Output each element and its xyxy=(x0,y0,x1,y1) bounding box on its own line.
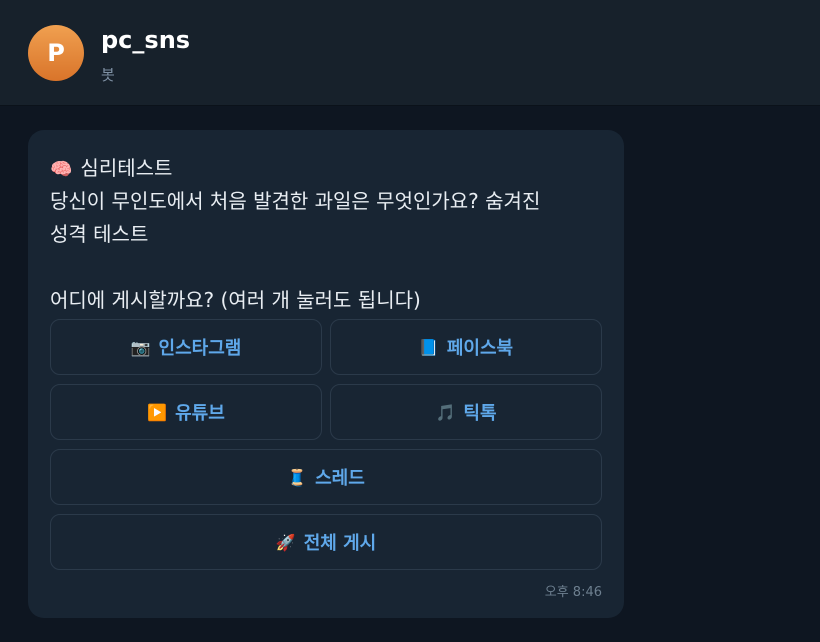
message-heading: 심리테스트 xyxy=(80,156,173,180)
message-timestamp: 오후 8:46 xyxy=(544,585,602,600)
blue-book-icon: 📘 xyxy=(418,337,439,357)
avatar[interactable]: P xyxy=(28,25,84,81)
instagram-button-label: 인스타그램 xyxy=(158,338,242,359)
tiktok-button-label: 틱톡 xyxy=(463,403,497,424)
facebook-button-label: 페이스북 xyxy=(446,338,514,359)
message-text: 🧠 심리테스트 당신이 무인도에서 처음 발견한 과일은 무엇인가요? 숨겨진 성… xyxy=(50,152,610,317)
message-line-5: 어디에 게시할까요? (여러 개 눌러도 됩니다) xyxy=(50,288,421,312)
message-bubble: 🧠 심리테스트 당신이 무인도에서 처음 발견한 과일은 무엇인가요? 숨겨진 성… xyxy=(28,130,624,618)
play-icon: ▶️ xyxy=(147,402,168,422)
brain-icon: 🧠 xyxy=(50,159,73,180)
music-note-icon: 🎵 xyxy=(435,402,456,422)
chat-subtitle: 봇 xyxy=(101,66,115,84)
thread-spool-icon: 🧵 xyxy=(287,467,308,487)
post-all-button[interactable]: 🚀 전체 게시 xyxy=(50,514,602,570)
chat-header: P pc_sns 봇 xyxy=(0,0,820,106)
tiktok-button[interactable]: 🎵 틱톡 xyxy=(330,384,602,440)
message-line-1: 🧠 심리테스트 xyxy=(50,152,610,185)
facebook-button[interactable]: 📘 페이스북 xyxy=(330,319,602,375)
chat-title[interactable]: pc_sns xyxy=(101,26,190,54)
camera-icon: 📷 xyxy=(130,337,151,357)
threads-button-label: 스레드 xyxy=(315,468,365,489)
avatar-letter: P xyxy=(47,39,65,67)
message-line-3: 성격 테스트 xyxy=(50,222,149,246)
youtube-button-label: 유튜브 xyxy=(175,403,225,424)
instagram-button[interactable]: 📷 인스타그램 xyxy=(50,319,322,375)
rocket-icon: 🚀 xyxy=(275,532,296,552)
message-line-2: 당신이 무인도에서 처음 발견한 과일은 무엇인가요? 숨겨진 xyxy=(50,189,541,213)
youtube-button[interactable]: ▶️ 유튜브 xyxy=(50,384,322,440)
post-all-button-label: 전체 게시 xyxy=(303,533,377,554)
threads-button[interactable]: 🧵 스레드 xyxy=(50,449,602,505)
